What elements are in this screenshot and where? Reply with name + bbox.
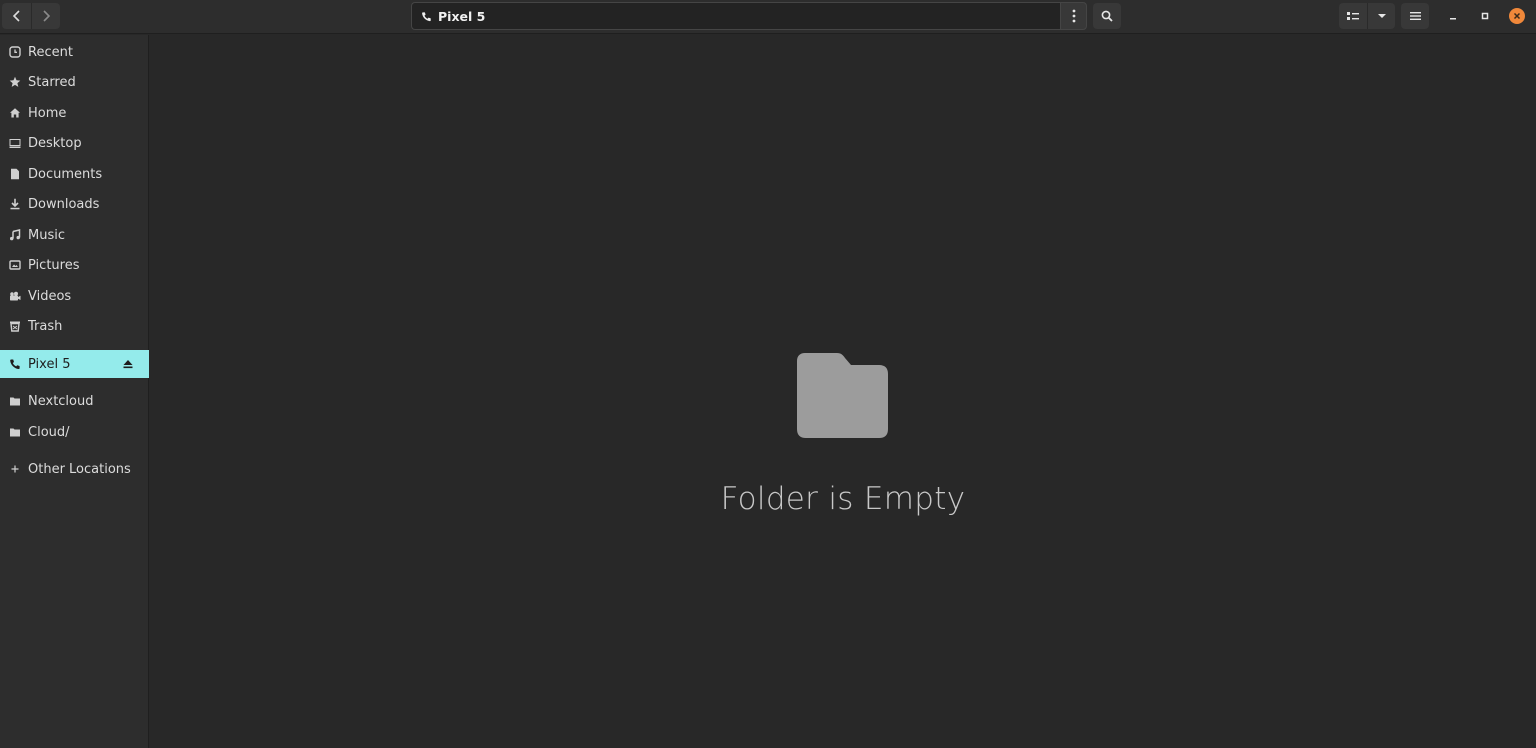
sidebar-item-downloads[interactable]: Downloads [0,190,149,218]
sidebar-item-desktop[interactable]: Desktop [0,129,149,157]
sidebar-item-videos[interactable]: Videos [0,282,149,310]
sidebar-item-label: Desktop [28,135,82,151]
plus-icon [9,463,21,475]
location-bar[interactable]: Pixel 5 [411,2,1060,30]
minimize-icon [1450,18,1456,20]
video-icon [9,290,21,302]
search-icon [1101,10,1113,22]
eject-icon[interactable] [122,358,134,370]
file-view[interactable]: Folder is Empty [150,35,1536,748]
trash-icon [9,320,21,332]
music-icon [9,229,21,241]
phone-icon [421,11,432,22]
folder-icon [9,395,21,407]
vertical-dots-icon [1072,9,1075,23]
sidebar-item-documents[interactable]: Documents [0,160,149,188]
sidebar-item-label: Home [28,105,67,121]
picture-icon [9,259,21,271]
star-icon [9,76,21,88]
sidebar-item-label: Pictures [28,257,80,273]
hamburger-icon [1409,12,1421,20]
clock-icon [9,46,21,58]
list-view-button[interactable] [1339,3,1367,29]
sidebar-item-home[interactable]: Home [0,99,149,127]
sidebar-item-trash[interactable]: Trash [0,312,149,340]
sidebar-item-music[interactable]: Music [0,221,149,249]
minimize-button[interactable] [1443,6,1463,26]
sidebar: Recent Starred Home Desktop Documents Do… [0,35,149,748]
back-button[interactable] [2,3,31,29]
sidebar-item-label: Other Locations [28,461,131,477]
maximize-icon [1481,12,1489,20]
header-bar: Pixel 5 [0,0,1536,34]
search-button[interactable] [1093,3,1121,29]
sidebar-item-pixel-5[interactable]: Pixel 5 [0,350,149,378]
document-icon [9,168,21,180]
home-icon [9,107,21,119]
download-icon [9,198,21,210]
path-menu-button[interactable] [1060,2,1087,30]
close-button[interactable] [1507,6,1527,26]
maximize-button[interactable] [1475,6,1495,26]
folder-icon [9,426,21,438]
sidebar-item-label: Starred [28,74,76,90]
sidebar-item-label: Nextcloud [28,393,94,409]
sidebar-item-label: Pixel 5 [28,356,71,372]
sidebar-item-nextcloud[interactable]: Nextcloud [0,387,149,415]
forward-button[interactable] [31,3,60,29]
sidebar-item-label: Recent [28,44,73,60]
breadcrumb-current[interactable]: Pixel 5 [438,9,485,24]
list-view-icon [1347,12,1359,20]
sidebar-item-label: Documents [28,166,103,182]
main-menu-button[interactable] [1401,3,1429,29]
sidebar-item-pictures[interactable]: Pictures [0,251,149,279]
empty-folder-message: Folder is Empty [720,481,966,517]
chevron-left-icon [12,10,20,22]
sidebar-item-label: Music [28,227,65,243]
chevron-right-icon [43,10,51,22]
sidebar-item-label: Videos [28,288,72,304]
desktop-icon [9,137,21,149]
sidebar-item-other-locations[interactable]: Other Locations [0,455,149,483]
sidebar-item-cloud[interactable]: Cloud/ [0,418,149,446]
navigation-buttons [2,3,60,29]
sidebar-item-label: Downloads [28,196,100,212]
view-buttons [1339,3,1395,29]
sidebar-item-label: Trash [28,318,63,334]
sidebar-item-starred[interactable]: Starred [0,68,149,96]
sidebar-item-label: Cloud/ [28,424,70,440]
sidebar-item-recent[interactable]: Recent [0,38,149,66]
caret-down-icon [1377,14,1386,18]
folder-icon [797,353,888,438]
phone-icon [9,358,21,370]
close-icon [1509,8,1525,24]
view-options-button[interactable] [1367,3,1395,29]
